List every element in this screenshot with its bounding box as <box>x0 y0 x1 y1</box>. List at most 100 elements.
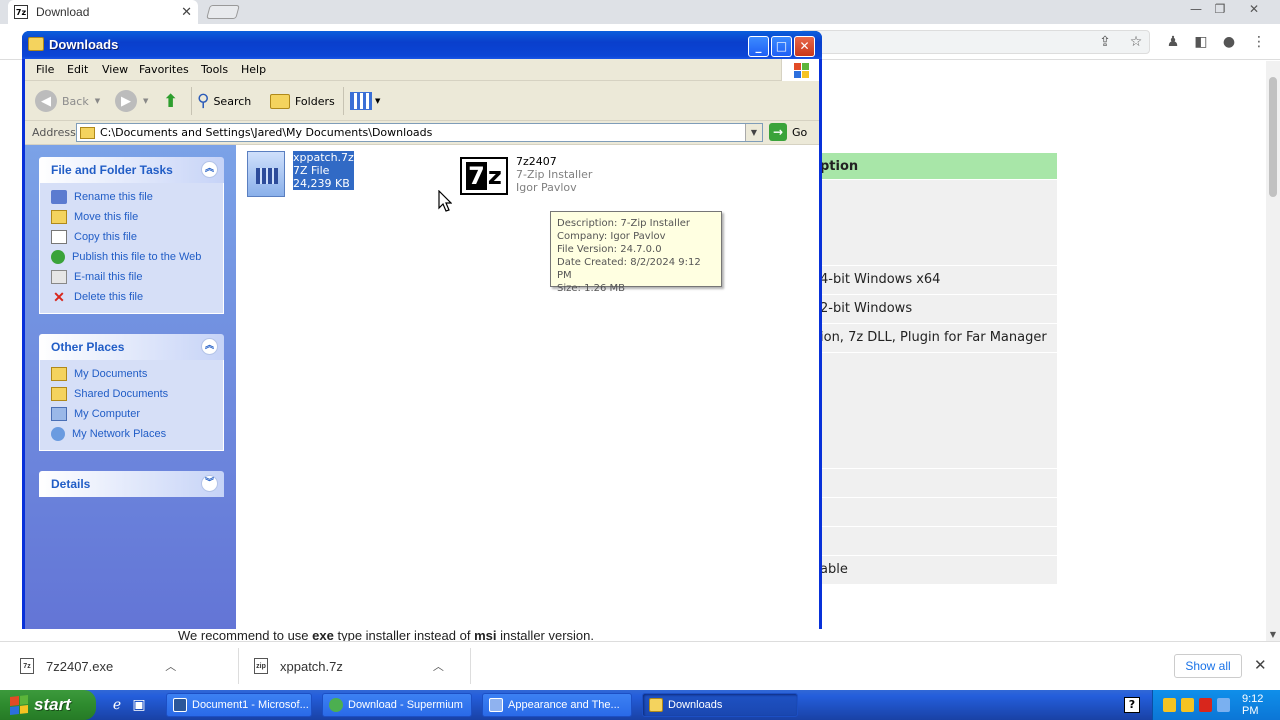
panel-header[interactable]: Details ︾ <box>39 471 224 497</box>
table-row <box>800 353 1057 469</box>
dropdown-arrow-icon[interactable]: ▼ <box>375 97 380 105</box>
menu-edit[interactable]: Edit <box>67 63 88 76</box>
download-shelf: 7z 7z2407.exe ︿ zip xppatch.7z ︿ Show al… <box>0 641 1280 690</box>
file-list: xppatch.7z 7Z File 24,239 KB 7z 7z2407 7… <box>236 145 819 629</box>
place-my-network[interactable]: My Network Places <box>40 424 223 444</box>
task-label: Publish this file to the Web <box>72 251 202 263</box>
taskbar-button-appearance[interactable]: Appearance and The... <box>482 693 632 717</box>
tooltip-line: Description: 7-Zip Installer <box>557 218 690 229</box>
taskbar-button-downloads[interactable]: Downloads <box>642 693 798 717</box>
place-my-computer[interactable]: My Computer <box>40 404 223 424</box>
forward-button[interactable]: ▶ ▼ <box>115 89 148 113</box>
page-scrollbar[interactable]: ▼ <box>1266 61 1280 641</box>
security-shield-icon[interactable] <box>1181 698 1194 712</box>
taskbar-button-word[interactable]: Document1 - Microsof... <box>166 693 312 717</box>
panel-header[interactable]: File and Folder Tasks ︽ <box>39 157 224 183</box>
task-move[interactable]: Move this file <box>40 207 223 227</box>
menu-favorites[interactable]: Favorites <box>139 63 189 76</box>
panel-header[interactable]: Other Places ︽ <box>39 334 224 360</box>
divider <box>191 87 192 115</box>
maximize-button[interactable]: □ <box>771 36 792 57</box>
extensions-icon[interactable]: ♟ <box>1164 34 1182 50</box>
go-button[interactable]: → Go <box>769 123 807 141</box>
file-item-7z2407[interactable]: 7z 7z2407 7-Zip Installer Igor Pavlov <box>460 155 593 195</box>
download-item-7z2407[interactable]: 7z 7z2407.exe ︿ <box>20 652 176 680</box>
place-my-documents[interactable]: My Documents <box>40 364 223 384</box>
globe-icon <box>51 250 65 264</box>
browser-minimize-icon[interactable]: — <box>1186 2 1206 16</box>
search-icon: ⚲ <box>197 91 210 111</box>
file-company: Igor Pavlov <box>516 181 577 194</box>
minimize-button[interactable]: _ <box>748 36 769 57</box>
scroll-down-icon[interactable]: ▼ <box>1266 630 1280 639</box>
chevron-up-icon[interactable]: ︿ <box>433 658 444 674</box>
address-dropdown-icon[interactable]: ▼ <box>745 124 762 141</box>
security-shield-icon[interactable] <box>1163 698 1176 712</box>
address-label: Address <box>32 126 76 139</box>
volume-icon[interactable] <box>1217 698 1230 712</box>
browser-tab[interactable]: 7z Download ✕ <box>8 0 198 24</box>
go-label: Go <box>792 125 808 139</box>
menu-help[interactable]: Help <box>241 63 266 76</box>
dropdown-arrow-icon[interactable]: ▼ <box>95 97 100 105</box>
file-type: 7Z File <box>293 164 354 177</box>
share-icon[interactable]: ⇪ <box>1096 34 1114 50</box>
file-info-tooltip: Description: 7-Zip Installer Company: Ig… <box>550 211 722 294</box>
menu-view[interactable]: View <box>102 63 128 76</box>
profile-avatar-icon[interactable]: ● <box>1220 34 1238 50</box>
place-shared-documents[interactable]: Shared Documents <box>40 384 223 404</box>
file-type: 7-Zip Installer <box>516 168 593 181</box>
explorer-title-bar[interactable]: Downloads _ □ ✕ <box>22 31 822 59</box>
show-all-button[interactable]: Show all <box>1174 654 1242 678</box>
help-icon[interactable]: ? <box>1124 697 1140 713</box>
browser-close-icon[interactable]: ✕ <box>1244 2 1264 16</box>
views-button[interactable]: ▼ <box>350 89 380 113</box>
task-delete[interactable]: ✕ Delete this file <box>40 287 223 307</box>
browser-menu-icon[interactable]: ⋮ <box>1250 34 1268 50</box>
file-item-xppatch[interactable]: xppatch.7z 7Z File 24,239 KB <box>247 151 354 197</box>
move-icon <box>51 210 67 224</box>
menu-file[interactable]: File <box>36 63 54 76</box>
folders-button[interactable]: Folders <box>270 89 335 113</box>
close-button[interactable]: ✕ <box>794 36 815 57</box>
collapse-icon[interactable]: ︽ <box>201 338 218 355</box>
tab-close-icon[interactable]: ✕ <box>181 5 192 20</box>
folders-label: Folders <box>295 94 335 108</box>
task-label: Move this file <box>74 211 139 223</box>
folders-icon <box>270 93 290 109</box>
views-icon <box>350 92 372 110</box>
table-row <box>800 527 1057 556</box>
task-rename[interactable]: Rename this file <box>40 187 223 207</box>
taskbar-button-supermium[interactable]: Download - Supermium <box>322 693 472 717</box>
taskbar-button-label: Appearance and The... <box>508 699 620 711</box>
up-folder-button[interactable]: ⬆ <box>163 89 178 113</box>
security-alert-icon[interactable] <box>1199 698 1212 712</box>
task-copy[interactable]: Copy this file <box>40 227 223 247</box>
scrollbar-thumb[interactable] <box>1269 77 1277 197</box>
file-name: xppatch.7z <box>293 151 354 164</box>
menu-tools[interactable]: Tools <box>201 63 228 76</box>
task-email[interactable]: E-mail this file <box>40 267 223 287</box>
address-input[interactable]: C:\Documents and Settings\Jared\My Docum… <box>76 123 763 142</box>
expand-icon[interactable]: ︾ <box>201 475 218 492</box>
download-item-xppatch[interactable]: zip xppatch.7z ︿ <box>254 652 444 680</box>
search-button[interactable]: ⚲ Search <box>197 89 251 113</box>
close-download-bar-icon[interactable]: ✕ <box>1254 656 1267 674</box>
side-panel-icon[interactable]: ◧ <box>1192 34 1210 50</box>
exe-file-icon: 7z <box>20 658 34 674</box>
task-label: E-mail this file <box>74 271 143 283</box>
task-publish[interactable]: Publish this file to the Web <box>40 247 223 267</box>
new-tab-button[interactable] <box>206 5 240 19</box>
clock[interactable]: 9:12 PM <box>1242 693 1280 717</box>
collapse-icon[interactable]: ︽ <box>201 161 218 178</box>
mouse-cursor-icon <box>438 190 452 212</box>
back-button[interactable]: ◀ Back ▼ <box>35 89 100 113</box>
dropdown-arrow-icon[interactable]: ▼ <box>143 97 148 105</box>
7z-archive-icon <box>247 151 285 197</box>
bookmark-star-icon[interactable]: ☆ <box>1127 34 1145 50</box>
browser-restore-icon[interactable]: ❐ <box>1210 2 1230 16</box>
show-desktop-icon[interactable]: ▣ <box>130 696 148 714</box>
internet-explorer-icon[interactable]: ℯ <box>108 696 126 714</box>
chevron-up-icon[interactable]: ︿ <box>165 658 176 674</box>
start-button[interactable]: start <box>0 690 96 720</box>
